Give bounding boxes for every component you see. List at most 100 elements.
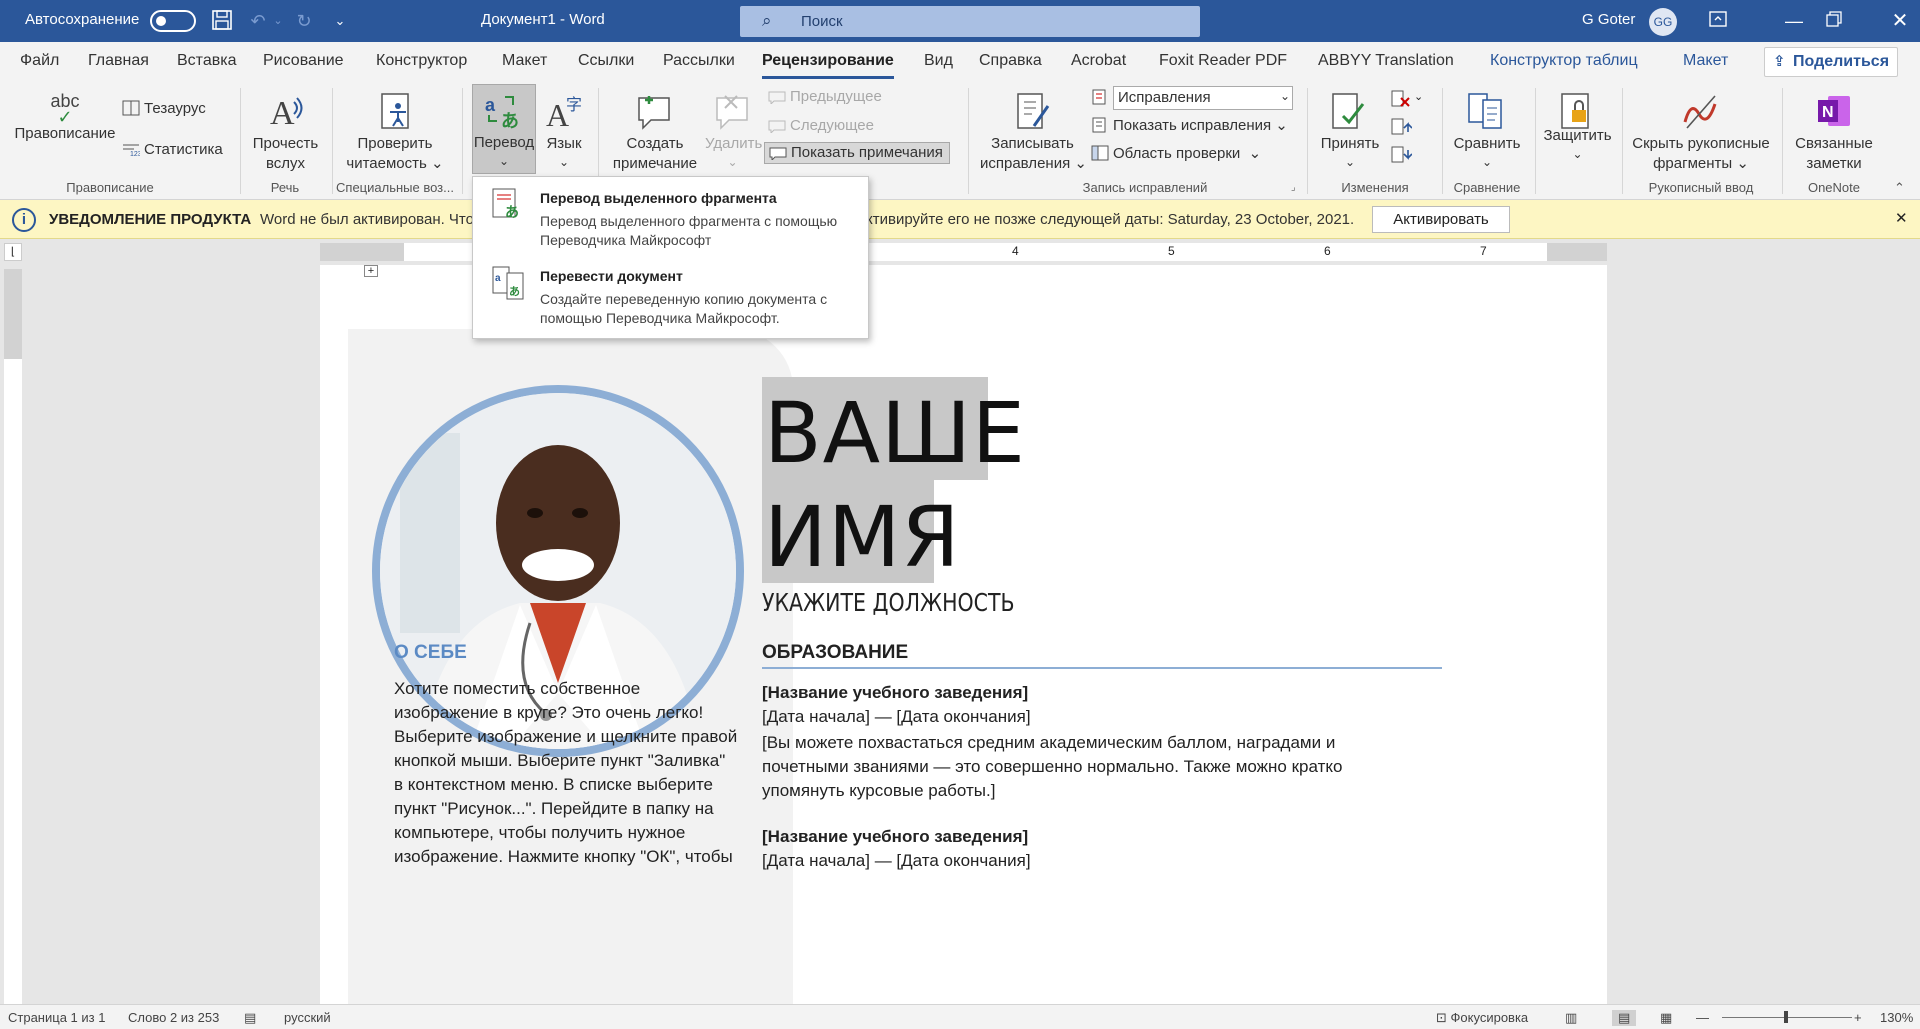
zoom-out-icon[interactable]: — <box>1696 1010 1709 1025</box>
ribbon-display-icon[interactable] <box>1706 9 1730 33</box>
tab-review[interactable]: Рецензирование <box>762 52 894 79</box>
vertical-ruler[interactable] <box>4 269 22 1004</box>
redo-icon[interactable]: ↻ <box>292 9 316 33</box>
word-count-button[interactable]: 123 Статистика <box>122 141 223 158</box>
group-onenote-label: OneNote <box>1807 180 1861 195</box>
svg-text:あ: あ <box>505 204 519 220</box>
compare-button[interactable]: Сравнить ⌄ <box>1447 86 1527 176</box>
tab-view[interactable]: Вид <box>924 52 953 70</box>
zoom-in-icon[interactable]: + <box>1854 1010 1862 1025</box>
close-icon[interactable]: ✕ <box>1888 9 1912 33</box>
translate-dropdown-icon: ⌄ <box>498 154 510 168</box>
tab-help[interactable]: Справка <box>979 52 1042 70</box>
proofing-status-icon[interactable]: ▤ <box>244 1010 256 1026</box>
show-markup-button[interactable]: Показать исправления ⌄ <box>1091 116 1288 134</box>
close-notification-icon[interactable]: ✕ <box>1895 209 1908 227</box>
print-layout-icon[interactable]: ▤ <box>1612 1010 1637 1026</box>
minimize-icon[interactable]: — <box>1782 9 1806 33</box>
show-comments-button[interactable]: Показать примечания <box>764 142 950 164</box>
school-dates-1[interactable]: [Дата начала] — [Дата окончания] <box>762 707 1031 727</box>
save-icon[interactable] <box>210 9 234 33</box>
restore-icon[interactable] <box>1822 9 1846 33</box>
page-count[interactable]: Страница 1 из 1 <box>8 1010 105 1025</box>
track-changes-button[interactable]: Записывать исправления ⌄ <box>980 86 1087 176</box>
tab-acrobat[interactable]: Acrobat <box>1071 52 1126 70</box>
tab-draw[interactable]: Рисование <box>263 52 344 70</box>
education-heading[interactable]: ОБРАЗОВАНИЕ <box>762 642 908 664</box>
school-name-2[interactable]: [Название учебного заведения] <box>762 827 1028 847</box>
tab-home[interactable]: Главная <box>88 52 149 70</box>
avatar[interactable]: GG <box>1649 8 1677 36</box>
translate-document-item[interactable]: aあ Перевести документ Создайте переведен… <box>473 259 868 334</box>
tracking-options-icon[interactable]: ⌟ <box>1291 182 1296 193</box>
reviewing-pane-button[interactable]: Область проверки ⌄ <box>1091 144 1261 162</box>
focus-mode-button[interactable]: ⊡ Фокусировка <box>1436 1010 1528 1026</box>
tab-table-layout[interactable]: Макет <box>1683 52 1728 70</box>
hide-ink-button[interactable]: Скрыть рукописные фрагменты ⌄ <box>1628 86 1774 176</box>
reject-dropdown-icon[interactable]: ⌄ <box>1414 90 1423 103</box>
linked-notes-button[interactable]: N Связанные заметки <box>1786 86 1882 176</box>
spelling-label: Правописание <box>14 125 116 142</box>
tab-table-design[interactable]: Конструктор таблиц <box>1490 52 1638 70</box>
language-status[interactable]: русский <box>284 1010 331 1025</box>
tab-design[interactable]: Конструктор <box>376 52 467 70</box>
user-name[interactable]: G Goter <box>1582 11 1635 28</box>
accept-button[interactable]: Принять ⌄ <box>1315 86 1385 176</box>
new-comment-button[interactable]: Создать примечание <box>605 86 705 176</box>
tab-references[interactable]: Ссылки <box>578 52 634 70</box>
tab-abbyy[interactable]: ABBYY Translation <box>1318 52 1454 70</box>
document-page[interactable]: + ВАШЕ ИМЯ УКАЖИТЕ ДОЛЖНОСТЬ О СЕБЕ Хоти… <box>320 265 1607 1004</box>
read-aloud-button[interactable]: A Прочесть вслух <box>248 86 323 176</box>
table-move-handle-icon[interactable]: + <box>364 265 378 277</box>
translate-selection-item[interactable]: あ Перевод выделенного фрагмента Перевод … <box>473 181 868 256</box>
thesaurus-button[interactable]: Тезаурус <box>122 100 206 117</box>
markup-select[interactable]: Исправления ⌄ <box>1091 86 1293 110</box>
collapse-ribbon-icon[interactable]: ⌃ <box>1894 180 1905 196</box>
language-button[interactable]: A字 Язык ⌄ <box>540 86 588 176</box>
text-line: пункт "Рисунок...". Перейдите в папку на <box>394 799 714 818</box>
zoom-level[interactable]: 130% <box>1880 1010 1913 1025</box>
previous-comment-button[interactable]: Предыдущее <box>768 88 882 106</box>
group-changes-label: Изменения <box>1341 180 1409 195</box>
search-box[interactable]: ⌕ Поиск <box>740 6 1200 37</box>
text-line: изображение. Нажмите кнопку "ОК", чтобы <box>394 847 733 866</box>
tab-insert[interactable]: Вставка <box>177 52 236 70</box>
translate-button[interactable]: aあ Перевод ⌄ <box>472 84 536 174</box>
resume-name-line2[interactable]: ИМЯ <box>764 487 961 587</box>
translate-menu: あ Перевод выделенного фрагмента Перевод … <box>472 176 869 339</box>
tab-mailings[interactable]: Рассылки <box>663 52 735 70</box>
previous-change-icon[interactable] <box>1390 118 1413 140</box>
word-count[interactable]: Слово 2 из 253 <box>128 1010 219 1025</box>
share-button[interactable]: ⇪ Поделиться <box>1764 47 1898 77</box>
about-text[interactable]: Хотите поместить собственное изображение … <box>394 677 794 869</box>
school-description-1[interactable]: [Вы можете похвастаться средним академич… <box>762 731 1462 803</box>
protect-button[interactable]: Защитить ⌄ <box>1540 86 1615 176</box>
undo-dropdown-icon[interactable]: ⌄ <box>266 9 290 33</box>
tab-layout[interactable]: Макет <box>502 52 547 70</box>
previous-comment-icon <box>768 90 786 106</box>
resume-name-line1[interactable]: ВАШЕ <box>764 383 1026 483</box>
school-name-1[interactable]: [Название учебного заведения] <box>762 683 1028 703</box>
zoom-slider-thumb[interactable] <box>1784 1011 1788 1023</box>
about-heading[interactable]: О СЕБЕ <box>394 642 467 664</box>
tab-file[interactable]: Файл <box>20 52 59 70</box>
tab-selector-icon[interactable]: ⌊ <box>4 243 22 261</box>
activate-button[interactable]: Активировать <box>1372 206 1510 233</box>
reject-icon[interactable] <box>1390 90 1412 112</box>
autosave-toggle[interactable] <box>150 10 196 32</box>
delete-comment-button[interactable]: Удалить ⌄ <box>705 86 762 176</box>
job-title[interactable]: УКАЖИТЕ ДОЛЖНОСТЬ <box>762 588 1015 617</box>
svg-text:a: a <box>495 273 501 284</box>
tab-foxit[interactable]: Foxit Reader PDF <box>1159 52 1287 70</box>
group-tracking-label: Запись исправлений <box>1082 180 1208 195</box>
school-dates-2[interactable]: [Дата начала] — [Дата окончания] <box>762 851 1031 871</box>
web-layout-icon[interactable]: ▦ <box>1660 1010 1672 1026</box>
check-accessibility-button[interactable]: Проверить читаемость ⌄ <box>340 86 450 176</box>
spelling-button[interactable]: abc ✓ Правописание <box>10 86 120 158</box>
read-mode-icon[interactable]: ▥ <box>1565 1010 1577 1026</box>
customize-toolbar-icon[interactable]: ⌄ <box>328 9 352 33</box>
language-dropdown-icon: ⌄ <box>558 155 570 169</box>
next-comment-button[interactable]: Следующее <box>768 117 874 135</box>
next-change-icon[interactable] <box>1390 146 1413 168</box>
text-line: упомянуть курсовые работы.] <box>762 781 996 800</box>
